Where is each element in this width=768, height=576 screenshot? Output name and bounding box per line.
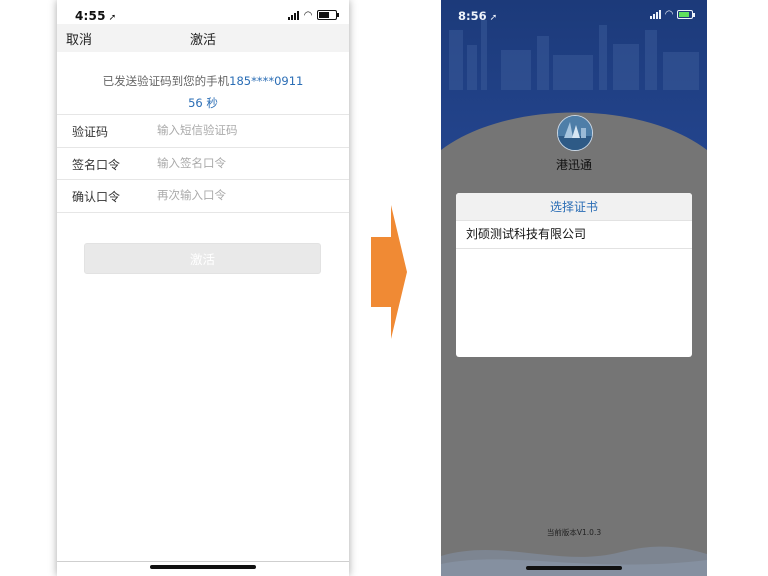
app-logo [557, 115, 593, 151]
activate-button[interactable]: 激活 [84, 243, 321, 274]
wifi-icon: ◠ [665, 9, 673, 20]
verification-code-label: 验证码 [72, 125, 109, 139]
wifi-icon: ◠ [304, 9, 312, 21]
certificate-item[interactable]: 刘硕测试科技有限公司 [456, 221, 692, 249]
confirm-password-input[interactable] [157, 186, 327, 204]
certificate-select-screen: 8:56 ➚ ◠ 港迅通 选择证书 刘硕测试科技有限公司 当前版本V1.0.3 [441, 0, 707, 576]
dialog-title: 选择证书 [456, 193, 692, 221]
signature-password-row: 签名口令 [57, 147, 349, 180]
flow-arrow-shape [371, 205, 407, 339]
status-time: 4:55 ➚ [75, 9, 116, 23]
status-indicators: ◠ [288, 9, 339, 21]
sms-sent-notice: 已发送验证码到您的手机185****0911 [57, 73, 349, 89]
verification-code-input[interactable] [157, 121, 327, 139]
battery-charging-icon [677, 10, 695, 19]
status-indicators-right: ◠ [650, 9, 695, 20]
verification-code-row: 验证码 [57, 114, 349, 147]
status-time-right-text: 8:56 [458, 9, 487, 23]
page-title: 激活 [189, 33, 216, 48]
version-label: 当前版本V1.0.3 [546, 528, 602, 537]
status-time-text: 4:55 [75, 9, 106, 23]
confirm-password-row: 确认口令 [57, 179, 349, 213]
certificate-dialog: 选择证书 刘硕测试科技有限公司 [456, 193, 692, 357]
home-indicator[interactable] [150, 565, 256, 569]
footer-wave-background [441, 546, 707, 576]
nav-bar: 取消 激活 [57, 24, 349, 52]
masked-phone-number: 185****0911 [229, 74, 304, 88]
status-time-right: 8:56 ➚ [458, 9, 497, 23]
resend-countdown: 56 秒 [188, 96, 218, 110]
sms-notice-text: 已发送验证码到您的手机 [102, 74, 230, 88]
confirm-password-label: 确认口令 [72, 190, 121, 204]
app-logo-image [558, 116, 592, 150]
status-bar-right: 8:56 ➚ ◠ [441, 0, 707, 28]
cellular-signal-icon [288, 10, 300, 20]
home-indicator-right[interactable] [526, 566, 622, 570]
location-arrow-icon: ➚ [489, 13, 498, 23]
app-name: 港迅通 [555, 158, 592, 172]
signature-password-label: 签名口令 [72, 158, 121, 172]
bottom-divider [57, 561, 349, 562]
activation-screen: 4:55 ➚ ◠ 取消 激活 已发送验证码到您的手机185****0911 56 … [57, 0, 349, 576]
location-arrow-icon: ➚ [108, 13, 117, 23]
cellular-signal-icon [650, 10, 662, 19]
battery-icon [317, 10, 339, 20]
signature-password-input[interactable] [157, 154, 327, 172]
flow-arrow-icon [371, 205, 407, 339]
